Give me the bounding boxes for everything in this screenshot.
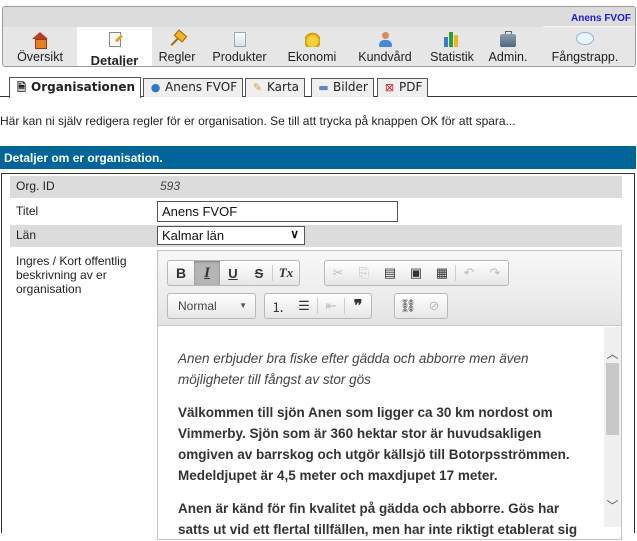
main-navigation: Anens FVOF Översikt Detaljer Regler Prod… [2, 6, 636, 67]
nav-item-ekonomi[interactable]: Ekonomi [277, 27, 347, 66]
page-icon [233, 32, 246, 47]
nav-item-kundvard[interactable]: Kundvård [347, 27, 423, 66]
nav-label: Statistik [430, 50, 474, 64]
county-row: Län Kalmar län ∨ [10, 225, 622, 247]
tab-label: Organisationen [31, 80, 136, 94]
bar-chart-icon [444, 32, 460, 47]
nav-label: Kundvård [358, 50, 412, 64]
title-row: Titel [10, 199, 622, 224]
bulleted-list-icon[interactable]: ☰ [291, 294, 317, 318]
unlink-icon[interactable]: ⊘ [421, 294, 447, 318]
scroll-up-icon[interactable]: ︿ [604, 345, 621, 361]
undo-icon[interactable]: ↶ [456, 261, 482, 285]
section-header: Detaljer om er organisation. [0, 146, 636, 169]
paste-from-word-icon[interactable]: ▦ [429, 261, 455, 285]
user-icon [378, 32, 392, 47]
nav-label: Admin. [488, 50, 528, 64]
org-id-value: 593 [160, 179, 181, 193]
body-paragraph: Anen är känd för fin kvalitet på gädda o… [178, 501, 578, 537]
nav-label: Detaljer [90, 53, 139, 67]
briefcase-icon [500, 31, 516, 47]
tab-label: Karta [267, 80, 300, 94]
redo-icon[interactable]: ↷ [482, 261, 508, 285]
italic-button[interactable]: I [194, 261, 220, 285]
format-value: Normal [178, 299, 217, 313]
bold-button[interactable]: B [168, 261, 194, 285]
chevron-down-icon: ∨ [290, 227, 299, 241]
org-id-label: Org. ID [16, 179, 55, 193]
strikethrough-button[interactable]: S [246, 261, 272, 285]
nav-item-oversikt[interactable]: Översikt [3, 27, 77, 66]
tab-pdf[interactable]: ⊠ PDF [377, 78, 429, 97]
nav-label: Regler [158, 50, 196, 64]
tab-anens-fvof[interactable]: ● Anens FVOF [143, 78, 244, 97]
tab-label: PDF [399, 80, 423, 94]
nav-item-produkter[interactable]: Produkter [202, 27, 277, 66]
house-icon [32, 32, 48, 49]
tab-label: Anens FVOF [165, 80, 238, 94]
caret-down-icon: ▼ [239, 301, 247, 310]
county-select[interactable]: Kalmar län ∨ [157, 226, 305, 245]
tab-bilder[interactable]: ▬ Bilder [311, 78, 374, 97]
scrollbar-thumb[interactable] [606, 363, 619, 435]
outdent-icon[interactable]: ⇤ [318, 294, 344, 318]
nav-item-detaljer[interactable]: Detaljer [77, 27, 152, 67]
paste-icon[interactable]: ▤ [377, 261, 403, 285]
cut-icon[interactable]: ✂ [325, 261, 351, 285]
document-icon: 🗎 [17, 81, 26, 94]
link-group: ⛓ ⊘ [394, 293, 448, 319]
edit-document-icon [108, 32, 121, 47]
nav-item-statistik[interactable]: Statistik [423, 27, 481, 66]
nav-label: Produkter [212, 50, 267, 64]
nav-label: Fångstrapp. [551, 50, 619, 64]
lead-paragraph: Anen erbjuder bra fiske efter gädda och … [178, 351, 529, 387]
org-id-row: Org. ID 593 [10, 176, 622, 198]
nav-item-regler[interactable]: Regler [152, 27, 202, 66]
underline-button[interactable]: U [220, 261, 246, 285]
globe-icon: ● [150, 81, 161, 94]
coins-icon [304, 32, 320, 47]
description-label: Ingres / Kort offentlig beskrivning av e… [16, 254, 127, 296]
rich-text-editor: B I U S Tx ✂ ⎘ ▤ ▣ ▦ ↶ ↷ Normal ▼ ⒈ ☰ ⇤ [157, 250, 622, 540]
paste-text-icon[interactable]: ▣ [403, 261, 429, 285]
format-dropdown[interactable]: Normal ▼ [167, 293, 256, 319]
pdf-icon: ⊠ [384, 81, 395, 94]
nav-label: Ekonomi [287, 50, 337, 64]
county-label: Län [16, 228, 37, 242]
title-label: Titel [16, 204, 39, 218]
gavel-icon [169, 32, 185, 47]
tab-organisationen[interactable]: 🗎 Organisationen [9, 77, 142, 98]
tab-bar: 🗎 Organisationen ● Anens FVOF ✎ Karta ▬ Bild… [0, 77, 637, 98]
editor-toolbar: B I U S Tx ✂ ⎘ ▤ ▣ ▦ ↶ ↷ Normal ▼ ⒈ ☰ ⇤ [158, 251, 621, 326]
editor-content[interactable]: Anen erbjuder bra fiske efter gädda och … [158, 327, 604, 541]
basic-styles-group: B I U S Tx [167, 260, 300, 286]
scroll-down-icon[interactable]: ﹀ [604, 497, 621, 513]
tab-label: Bilder [333, 80, 368, 94]
map-pin-icon: ✎ [252, 81, 263, 94]
intro-text: Här kan ni själv redigera regler för er … [0, 114, 516, 128]
link-icon[interactable]: ⛓ [395, 294, 421, 318]
title-input[interactable] [157, 201, 398, 222]
organisation-name: Anens FVOF [570, 13, 631, 24]
image-icon: ▬ [318, 81, 329, 94]
county-selected-value: Kalmar län [162, 228, 225, 243]
nav-label: Översikt [17, 50, 63, 64]
clipboard-group: ✂ ⎘ ▤ ▣ ▦ ↶ ↷ [324, 260, 509, 286]
body-paragraph: Välkommen till sjön Anen som ligger ca 3… [178, 405, 570, 483]
nav-upper-band [3, 7, 635, 27]
numbered-list-icon[interactable]: ⒈ [265, 294, 291, 318]
nav-item-admin[interactable]: Admin. [481, 27, 535, 66]
editor-scrollbar[interactable]: ︿ ﹀ [604, 327, 621, 527]
tab-karta[interactable]: ✎ Karta [245, 78, 306, 97]
copy-icon[interactable]: ⎘ [351, 261, 377, 285]
list-group: ⒈ ☰ ⇤ ❞ [264, 293, 372, 319]
remove-format-button[interactable]: Tx [273, 261, 299, 285]
blockquote-button[interactable]: ❞ [345, 294, 371, 318]
speech-bubble-icon [576, 32, 594, 45]
nav-item-fangstrapp[interactable]: Fångstrapp. [535, 27, 635, 66]
